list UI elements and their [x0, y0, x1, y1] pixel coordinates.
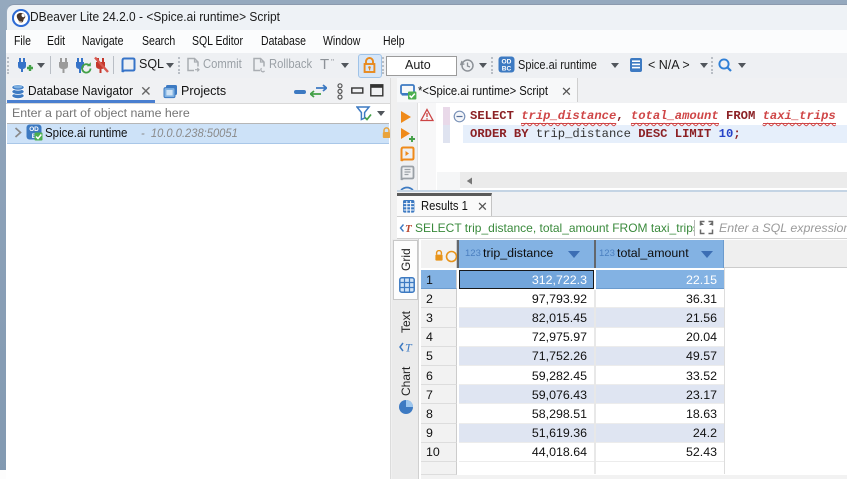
- svg-text:OD: OD: [502, 59, 512, 66]
- svg-text:T: T: [405, 340, 413, 354]
- svg-text:T: T: [405, 223, 413, 235]
- svg-text:BC: BC: [502, 66, 512, 73]
